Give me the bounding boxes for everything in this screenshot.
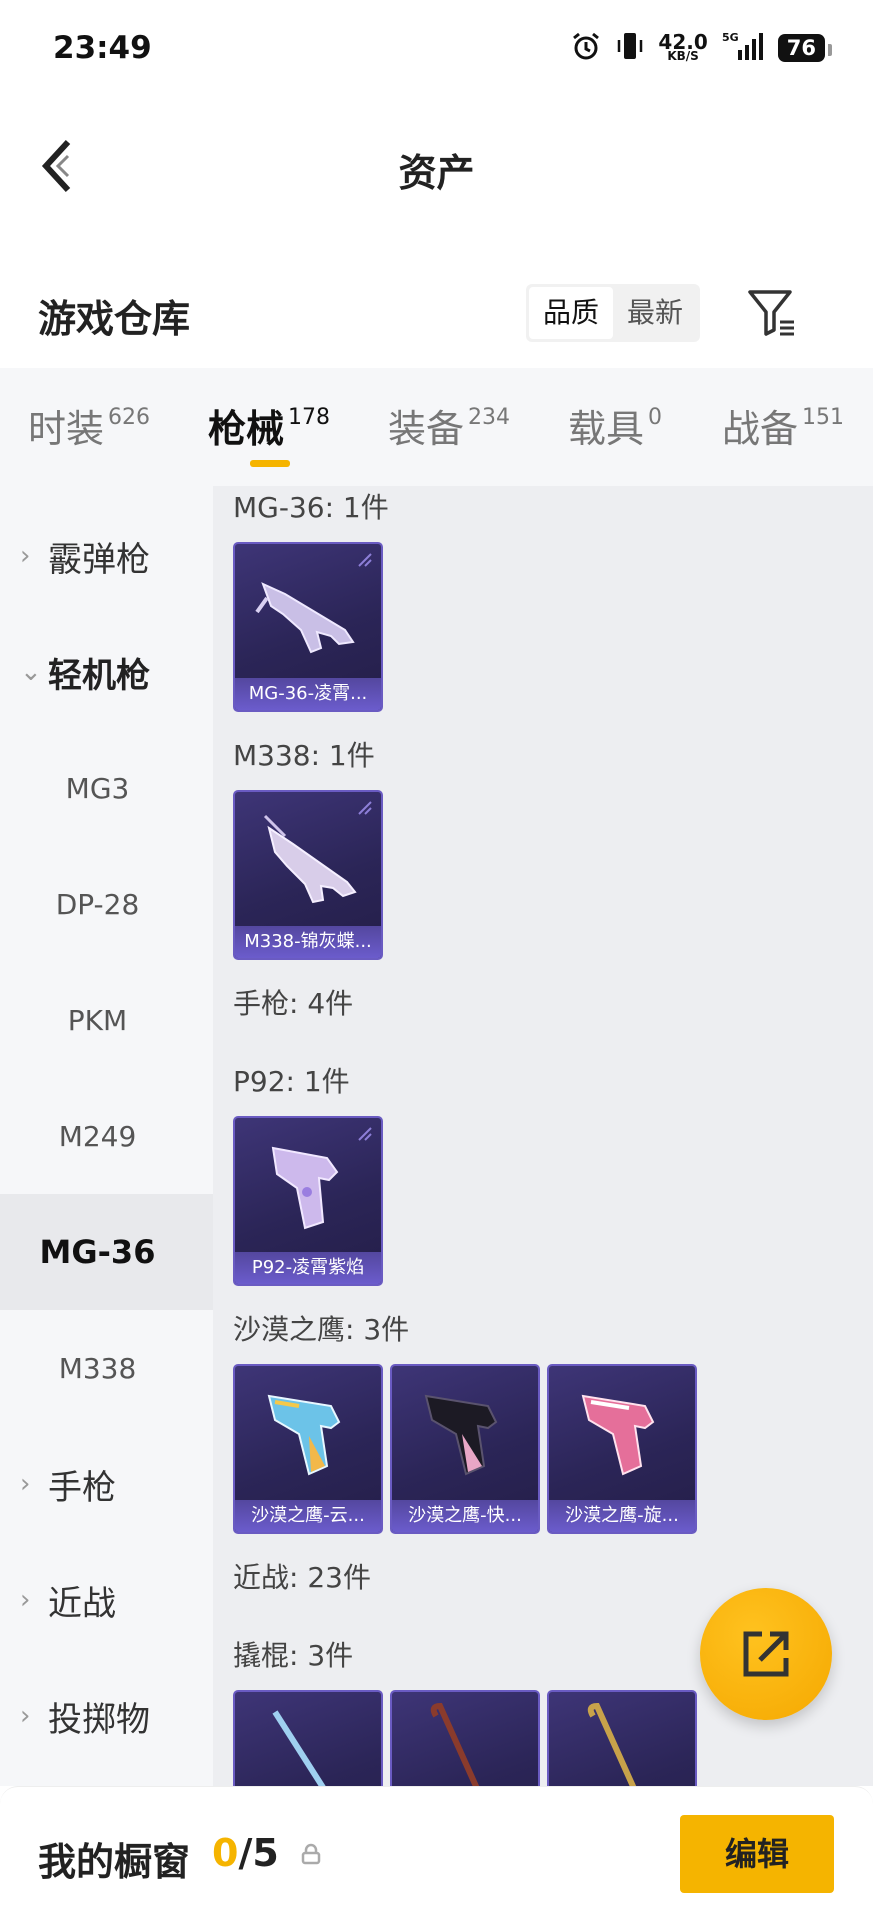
showcase-count: 0/5 [212,1831,279,1875]
warehouse-title: 游戏仓库 [38,297,191,341]
sort-quality-button[interactable]: 品质 [529,287,613,339]
section-header: M338: 1件 [233,739,375,772]
corner-mark-icon [358,553,372,567]
tab-label: 战备 [722,407,799,451]
showcase-total: /5 [238,1831,279,1875]
section-header: P92: 1件 [233,1065,350,1098]
sidebar-item-m249[interactable]: M249 [0,1078,213,1194]
item-card-desert-eagle-1[interactable]: 沙漠之鹰-云... [233,1364,383,1534]
sidebar-item-label: 霰弹枪 [48,539,150,580]
tab-label: 时装 [28,407,105,451]
crowbar-icon [272,1710,326,1786]
nav-header: 资产 [0,100,873,230]
tab-equipment[interactable]: 装备 234 [388,398,510,453]
corner-mark-icon [358,1127,372,1141]
filter-button[interactable] [746,286,798,338]
share-fab-button[interactable] [700,1588,832,1720]
edit-button[interactable]: 编辑 [680,1815,834,1893]
item-card-label: 沙漠之鹰-快... [392,1500,538,1532]
sidebar-item-pkm[interactable]: PKM [0,962,213,1078]
external-link-icon [743,1631,789,1677]
chevron-right-icon: › [20,541,31,571]
item-card-label: P92-凌霄紫焰 [235,1252,381,1284]
showcase-label: 我的橱窗 [38,1840,191,1884]
sidebar-item-label: 投掷物 [48,1699,150,1740]
item-card-label: M338-锦灰蝶... [235,926,381,958]
weapon-type-sidebar: › 霰弹枪 ⌄ 轻机枪 MG3 DP-28 PKM M249 MG-36 M33… [0,486,213,1786]
tab-fashion[interactable]: 时装 626 [28,398,150,453]
signal-icon: 5G [722,30,764,66]
sidebar-item-label: 轻机枪 [48,655,150,696]
item-card-crowbar-3[interactable] [547,1690,697,1786]
item-card-crowbar-2[interactable] [390,1690,540,1786]
lock-icon [301,1843,321,1865]
tab-count: 151 [802,405,845,430]
item-card-desert-eagle-3[interactable]: 沙漠之鹰-旋... [547,1364,697,1534]
item-card-desert-eagle-2[interactable]: 沙漠之鹰-快... [390,1364,540,1534]
tab-label: 装备 [388,407,465,451]
section-header: 撬棍: 3件 [233,1639,354,1672]
crowbar-icon [430,1702,480,1786]
sidebar-item-dp28[interactable]: DP-28 [0,846,213,962]
status-bar: 23:49 42.0 KB/S 5G 76 [0,0,873,100]
pistol-icon [424,1394,498,1476]
sidebar-item-pistol[interactable]: › 手枪 [0,1426,213,1542]
category-tabs: 时装 626 枪械 178 装备 234 载具 0 战备 151 [0,368,873,486]
sidebar-item-m338[interactable]: M338 [0,1310,213,1426]
tab-label: 载具 [568,407,645,451]
item-card-m338[interactable]: M338-锦灰蝶... [233,790,383,960]
tab-count: 0 [648,405,663,430]
tab-firearms[interactable]: 枪械 178 [208,398,330,453]
sort-toggle: 品质 最新 [526,284,700,342]
showcase-current: 0 [212,1831,239,1875]
item-card-label: 沙漠之鹰-旋... [549,1500,695,1532]
item-card-crowbar-1[interactable] [233,1690,383,1786]
page-title: 资产 [398,151,475,195]
corner-mark-icon [358,801,372,815]
sidebar-item-throwable[interactable]: › 投掷物 [0,1658,213,1774]
tab-count: 178 [288,405,331,430]
crowbar-icon [587,1702,637,1786]
alarm-icon [570,30,602,66]
chevron-right-icon: › [20,1701,31,1731]
svg-text:5G: 5G [722,31,739,44]
sidebar-item-melee[interactable]: › 近战 [0,1542,213,1658]
pistol-icon [267,1394,341,1476]
status-icons: 42.0 KB/S 5G 76 [570,30,833,66]
vibrate-icon [616,30,644,66]
pistol-icon [581,1394,655,1476]
chevron-down-icon: ⌄ [20,657,42,687]
sidebar-item-lmg[interactable]: ⌄ 轻机枪 [0,614,213,730]
warehouse-toolbar: 游戏仓库 品质 最新 [0,230,873,368]
section-header: 手枪: 4件 [233,987,354,1020]
sidebar-item-mg36[interactable]: MG-36 [0,1194,213,1310]
sidebar-item-shotgun[interactable]: › 霰弹枪 [0,498,213,614]
sidebar-item-label: 手枪 [48,1467,116,1508]
item-card-p92[interactable]: P92-凌霄紫焰 [233,1116,383,1286]
clock: 23:49 [53,30,152,66]
sidebar-item-label: 近战 [48,1583,116,1624]
sidebar-item-mg3[interactable]: MG3 [0,730,213,846]
section-header: 近战: 23件 [233,1561,371,1594]
battery-icon: 76 [777,34,833,62]
item-card-mg36[interactable]: MG-36-凌霄... [233,542,383,712]
chevron-right-icon: › [20,1469,31,1499]
item-card-label: 沙漠之鹰-云... [235,1500,381,1532]
net-speed: 42.0 KB/S [658,30,708,63]
tab-supplies[interactable]: 战备 151 [722,398,844,453]
tab-count: 234 [468,405,511,430]
active-tab-indicator [250,460,290,467]
chevron-right-icon: › [20,1585,31,1615]
section-header: 沙漠之鹰: 3件 [233,1313,410,1346]
filter-icon [748,290,794,336]
showcase-bar: 我的橱窗 0/5 编辑 [0,1786,873,1920]
item-card-label: MG-36-凌霄... [235,678,381,710]
tab-label: 枪械 [208,407,285,451]
tab-vehicle[interactable]: 载具 0 [568,398,662,453]
sort-latest-button[interactable]: 最新 [613,287,697,339]
tab-count: 626 [108,405,151,430]
section-header: MG-36: 1件 [233,491,389,524]
